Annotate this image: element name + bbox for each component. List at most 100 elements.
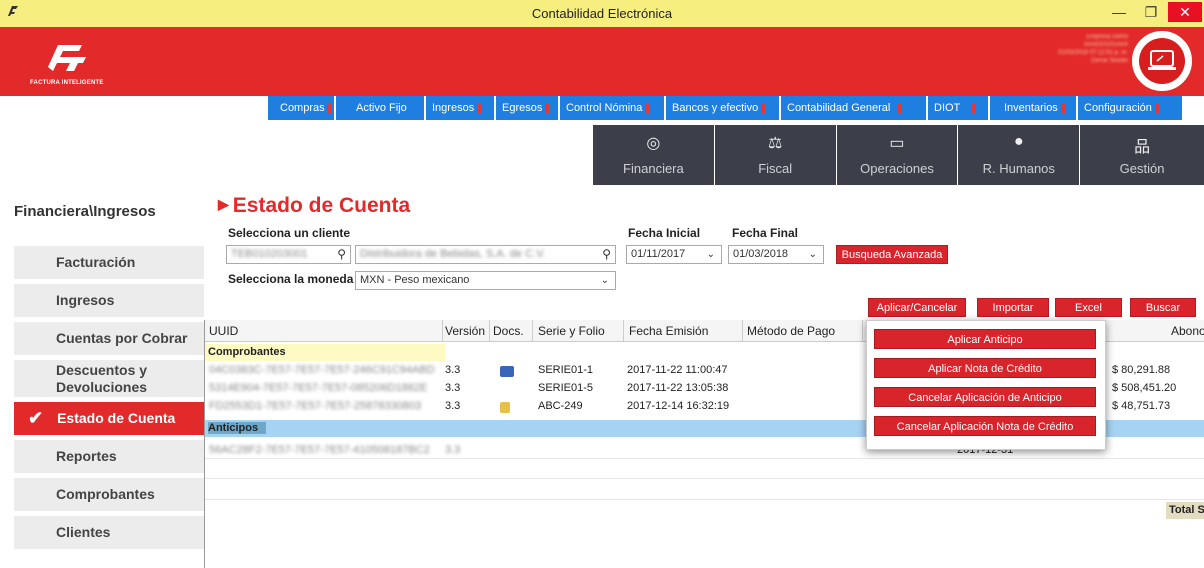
menu-label: Configuración <box>1084 102 1152 114</box>
coins-icon: ◎ <box>646 135 661 152</box>
chevron-down-icon: ⌄ <box>706 249 715 260</box>
col-version[interactable]: Versión <box>445 324 485 338</box>
sidebar-item-cuentas-por-cobrar[interactable]: Cuentas por Cobrar <box>14 322 204 355</box>
cell-version: 3.3 <box>445 444 461 456</box>
sidebar-item-label: Clientes <box>56 524 111 540</box>
currency-label: Selecciona la moneda <box>228 272 354 286</box>
minimize-button[interactable]: — <box>1104 2 1134 22</box>
module-label: Operaciones <box>860 161 934 176</box>
pin-icon <box>1154 103 1159 113</box>
sidebar-item-ingresos[interactable]: Ingresos <box>14 284 204 317</box>
total-label: Total S <box>1166 502 1204 519</box>
apply-cancel-dropdown: Aplicar Anticipo Aplicar Nota de Crédito… <box>866 320 1106 450</box>
menu-label: Compras <box>280 102 325 114</box>
client-rfc-input[interactable]: TEB010203001 ⚲ <box>226 245 351 264</box>
sidebar-item-descuentos[interactable]: Descuentos y Devoluciones <box>14 360 204 397</box>
grid-line <box>205 478 1204 479</box>
cell-folio: SERIE01-5 <box>538 382 594 394</box>
aplicar-anticipo-button[interactable]: Aplicar Anticipo <box>874 329 1096 349</box>
client-name-input[interactable]: Distribuidora de Bebidas, S.A. de C.V. ⚲ <box>355 245 616 264</box>
sidebar-item-label: Descuentos y Devoluciones <box>56 361 148 395</box>
chevron-down-icon: ⌄ <box>600 275 609 286</box>
excel-button[interactable]: Excel <box>1055 298 1122 317</box>
menu-configuracion[interactable]: Configuración <box>1078 96 1182 120</box>
apply-cancel-button[interactable]: Aplicar/Cancelar <box>868 298 966 317</box>
search-icon[interactable]: ⚲ <box>602 246 611 263</box>
col-docs[interactable]: Docs. <box>493 324 524 338</box>
user-avatar[interactable] <box>1132 31 1192 91</box>
menu-label: Contabilidad General <box>787 102 891 114</box>
currency-select[interactable]: MXN - Peso mexicano ⌄ <box>355 271 616 290</box>
fecha-final-label: Fecha Final <box>732 226 799 240</box>
pin-icon <box>761 103 766 113</box>
cancelar-nota-credito-button[interactable]: Cancelar Aplicación Nota de Crédito <box>874 416 1096 436</box>
laptop-icon <box>1148 50 1176 70</box>
cell-uuid: 04C0383C-7E57-7E57-7E57-246C91C94ABD <box>209 364 435 376</box>
cell-fecha: 2017-11-22 11:00:47 <box>627 364 728 376</box>
cancelar-anticipo-button[interactable]: Cancelar Aplicación de Anticipo <box>874 387 1096 407</box>
sidebar-item-clientes[interactable]: Clientes <box>14 516 204 549</box>
search-button[interactable]: Buscar <box>1130 298 1196 317</box>
close-button[interactable]: ✕ <box>1168 2 1202 22</box>
col-abono[interactable]: Abono <box>1171 324 1204 338</box>
menu-inventarios[interactable]: Inventarios <box>990 96 1076 120</box>
company-info: Empresa Demo AAA010101AAA 01/03/2018 07:… <box>1058 33 1128 65</box>
menu-bancos[interactable]: Bancos y efectivo <box>666 96 779 120</box>
module-label: R. Humanos <box>982 161 1055 176</box>
sidebar-item-reportes[interactable]: Reportes <box>14 440 204 473</box>
menu-diot[interactable]: DIOT <box>928 96 988 120</box>
maximize-button[interactable]: ❐ <box>1136 2 1166 22</box>
cell-fecha: 2017-11-22 13:05:38 <box>627 382 729 394</box>
sidebar-item-label: Comprobantes <box>56 486 155 502</box>
menu-label: Ingresos <box>432 102 475 114</box>
menu-compras[interactable]: Compras <box>268 96 334 120</box>
menu-activo-fijo[interactable]: Activo Fijo <box>336 96 431 120</box>
menu-label: Inventarios <box>1004 102 1058 114</box>
fecha-inicial-picker[interactable]: 01/11/2017 ⌄ <box>626 245 722 264</box>
fecha-final-picker[interactable]: 01/03/2018 ⌄ <box>728 245 824 264</box>
sidebar-item-label: Cuentas por Cobrar <box>56 330 188 346</box>
person-icon: ● <box>1013 133 1024 150</box>
sidebar-item-facturacion[interactable]: Facturación <box>14 246 204 279</box>
module-gestion[interactable]: 品 Gestión <box>1080 125 1204 185</box>
col-metodo-pago[interactable]: Método de Pago <box>747 324 835 338</box>
advanced-search-button[interactable]: Busqueda Avanzada <box>836 245 948 264</box>
sidebar-item-estado-de-cuenta[interactable]: ✔ Estado de Cuenta <box>14 402 204 435</box>
org-chart-icon: 品 <box>1134 139 1151 156</box>
sidebar-item-label: Ingresos <box>56 292 115 308</box>
module-label: Fiscal <box>758 161 793 176</box>
app-header: FACTURA INTELIGENTE Empresa Demo AAA0101… <box>0 27 1204 96</box>
pin-icon <box>477 103 482 113</box>
logout-link[interactable]: Cerrar Sesión <box>1058 57 1128 65</box>
menu-control-nomina[interactable]: Control Nómina <box>560 96 664 120</box>
logo-text: FACTURA INTELIGENTE <box>30 80 104 86</box>
pin-icon <box>645 103 650 113</box>
menu-label: Control Nómina <box>566 102 643 114</box>
col-uuid[interactable]: UUID <box>209 324 238 338</box>
currency-value: MXN - Peso mexicano <box>360 274 470 286</box>
grid-line <box>205 499 1204 500</box>
menu-label: Bancos y efectivo <box>672 102 759 114</box>
col-serie-folio[interactable]: Serie y Folio <box>538 324 605 338</box>
module-rhumanos[interactable]: ● R. Humanos <box>958 125 1080 185</box>
col-fecha-emision[interactable]: Fecha Emisión <box>629 324 708 338</box>
cell-folio: SERIE01-1 <box>538 364 594 376</box>
module-operaciones[interactable]: ▭ Operaciones <box>836 125 958 185</box>
fecha-final-value: 01/03/2018 <box>733 248 789 260</box>
fecha-inicial-value: 01/11/2017 <box>631 248 686 260</box>
menu-ingresos[interactable]: Ingresos <box>426 96 494 120</box>
sidebar-item-comprobantes[interactable]: Comprobantes <box>14 478 204 511</box>
sidebar-item-label: Facturación <box>56 254 136 270</box>
page-title-text: Estado de Cuenta <box>232 194 411 217</box>
search-icon[interactable]: ⚲ <box>337 246 346 263</box>
breadcrumb: Financiera\Ingresos <box>14 203 156 220</box>
pin-icon <box>898 103 903 113</box>
column-separator <box>442 320 443 342</box>
module-financiera[interactable]: ◎ Financiera <box>593 125 714 185</box>
module-fiscal[interactable]: ⚖ Fiscal <box>714 125 836 185</box>
menu-contabilidad-general[interactable]: Contabilidad General <box>781 96 926 120</box>
import-button[interactable]: Importar <box>977 298 1049 317</box>
sidebar-item-label: Estado de Cuenta <box>57 410 176 426</box>
menu-egresos[interactable]: Egresos <box>496 96 558 120</box>
aplicar-nota-credito-button[interactable]: Aplicar Nota de Crédito <box>874 358 1096 378</box>
